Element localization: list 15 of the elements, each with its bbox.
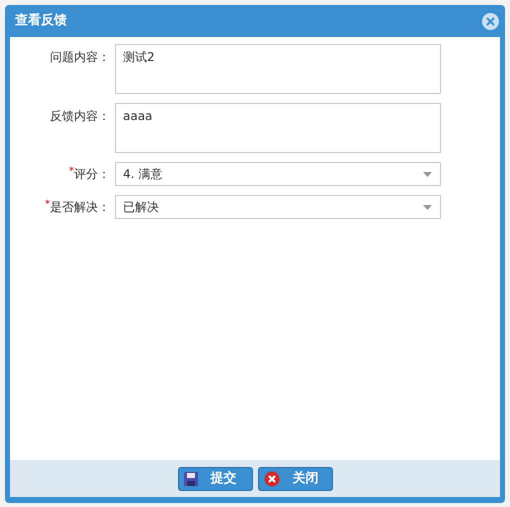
dropdown[interactable]: 已解决 — [115, 195, 441, 219]
dropdown-arrow-icon — [423, 172, 432, 176]
field-label: 问题内容： — [50, 49, 110, 66]
close-icon[interactable] — [482, 12, 499, 30]
text-area[interactable]: 测试2 — [115, 44, 441, 94]
close-icon — [264, 470, 280, 486]
field-label: 评分： — [74, 166, 110, 183]
required-marker: * — [69, 165, 74, 179]
required-marker: * — [45, 198, 50, 212]
dropdown-arrow-icon — [423, 204, 432, 210]
window-title: 查看反馈 — [15, 12, 67, 30]
field-label: 是否解决： — [50, 199, 110, 216]
dropdown[interactable]: 4. 满意 — [115, 162, 441, 186]
field-label: 反馈内容： — [50, 108, 110, 125]
text-area[interactable]: aaaa — [115, 103, 441, 153]
